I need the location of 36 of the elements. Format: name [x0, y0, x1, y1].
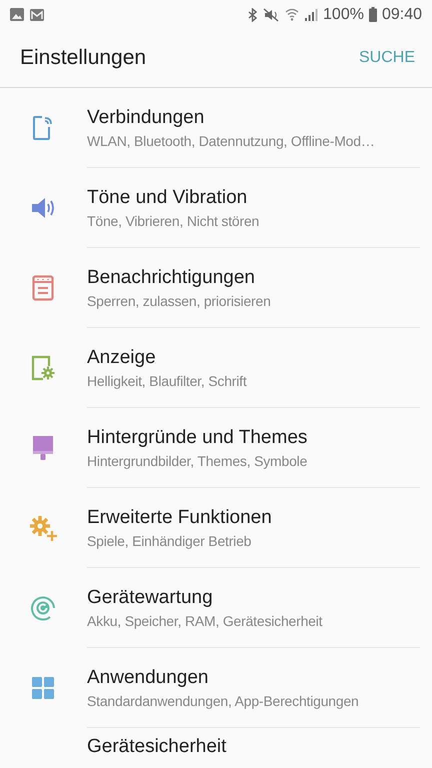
item-subtitle: Standardanwendungen, App-Berechtigungen: [87, 692, 360, 708]
settings-item[interactable]: Benachrichtigungen Sperren, zulassen, priorisieren: [0, 248, 432, 328]
clock: 09:40: [382, 6, 422, 24]
signal-icon: [304, 8, 318, 22]
image-notification-icon: [10, 8, 24, 22]
item-subtitle: Sperren, zulassen, priorisieren: [87, 292, 272, 308]
item-title: Gerätewartung: [87, 586, 214, 608]
item-title: Töne und Vibration: [87, 186, 248, 208]
item-title: Anwendungen: [87, 666, 210, 688]
item-subtitle: Akku, Speicher, RAM, Gerätesicherheit: [87, 612, 324, 628]
settings-item[interactable]: Anzeige Helligkeit, Blaufilter, Schrift: [0, 328, 432, 408]
item-title: Benachrichtigungen: [87, 266, 256, 288]
item-subtitle: WLAN, Bluetooth, Datennutzung, Offline-Mod…: [87, 132, 376, 148]
screen-title: Einstellungen: [20, 46, 146, 70]
item-subtitle: Töne, Vibrieren, Nicht stören: [87, 212, 260, 228]
settings-item[interactable]: Verbindungen WLAN, Bluetooth, Datennutzung, Offline-Mod…: [0, 88, 432, 168]
item-title: Verbindungen: [87, 106, 206, 128]
settings-item[interactable]: Töne und Vibration Töne, Vibrieren, Nicht stören: [0, 168, 432, 248]
settings-item[interactable]: Gerätewartung Akku, Speicher, RAM, Gerätesicherheit: [0, 568, 432, 648]
item-title: Erweiterte Funktionen: [87, 506, 273, 528]
battery-icon: [368, 7, 377, 22]
item-subtitle: Hintergrundbilder, Themes, Symbole: [87, 452, 308, 468]
mail-icon: [30, 8, 44, 21]
settings-item[interactable]: Hintergründe und Themes Hintergrundbilder, Themes, Symbole: [0, 408, 432, 488]
battery-percentage: 100%: [323, 6, 364, 24]
settings-item[interactable]: Anwendungen Standardanwendungen, App-Berechtigungen: [0, 648, 432, 728]
item-title: Anzeige: [87, 346, 157, 368]
item-title: Gerätesicherheit: [87, 736, 228, 758]
mute-icon: [262, 8, 280, 22]
settings-item[interactable]: Gerätesicherheit: [0, 728, 432, 768]
wifi-icon: [285, 8, 300, 22]
bluetooth-icon: [248, 8, 258, 22]
item-subtitle: Helligkeit, Blaufilter, Schrift: [87, 372, 248, 388]
item-subtitle: Spiele, Einhändiger Betrieb: [87, 532, 252, 548]
settings-item[interactable]: Erweiterte Funktionen Spiele, Einhändiger Betrieb: [0, 488, 432, 568]
item-title: Hintergründe und Themes: [87, 426, 308, 448]
